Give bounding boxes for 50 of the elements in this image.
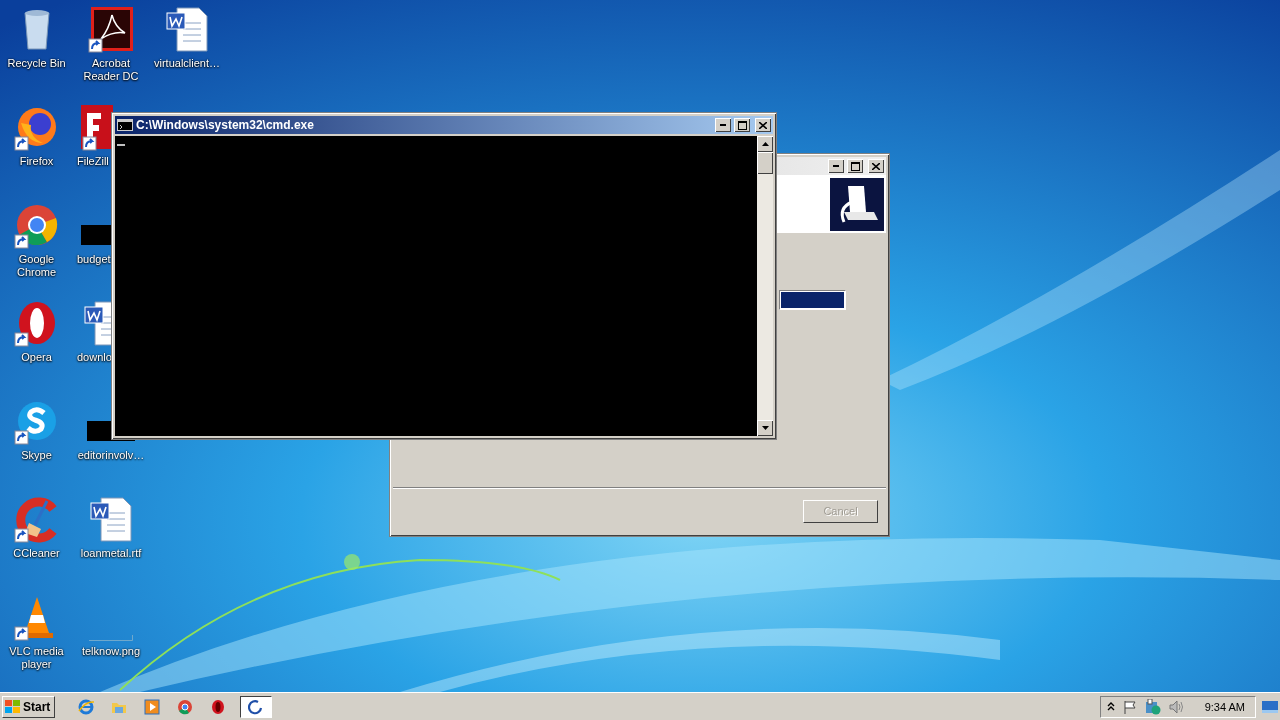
chrome-icon — [177, 698, 194, 715]
desktop-icon-label[interactable]: Skype — [21, 449, 52, 462]
flag-icon[interactable] — [1122, 699, 1137, 714]
desktop-icon-label[interactable]: budget — [77, 253, 111, 266]
maximize-icon — [737, 120, 747, 130]
network-icon[interactable] — [1144, 698, 1161, 715]
maximize-button[interactable] — [734, 118, 750, 132]
maximize-button[interactable] — [847, 159, 863, 173]
chevron-icon[interactable] — [1106, 702, 1115, 711]
windows-logo-icon — [5, 699, 21, 714]
clock[interactable]: 9:34 AM — [1204, 700, 1245, 713]
desktop-icon-label[interactable]: VLC media player — [0, 645, 73, 671]
play-icon — [144, 698, 161, 715]
desktop-icon-label[interactable]: virtualclient… — [154, 57, 220, 70]
minimize-button[interactable] — [715, 118, 731, 132]
maximize-icon — [850, 161, 860, 171]
scroll-thumb[interactable] — [757, 152, 773, 174]
up-arrow-icon — [761, 142, 769, 146]
minimize-button[interactable] — [828, 159, 844, 173]
minimize-icon — [833, 165, 839, 167]
scrollbar[interactable] — [757, 136, 773, 436]
desktop-icon-label[interactable]: editorinvolv… — [77, 449, 145, 462]
opera-icon — [210, 698, 227, 715]
minimize-icon — [720, 124, 726, 126]
console-icon — [117, 119, 133, 131]
desktop-icon-label[interactable]: Opera — [21, 351, 52, 364]
desktop-icon-label[interactable]: Google Chrome — [0, 253, 73, 279]
taskbar-button[interactable] — [240, 695, 273, 718]
speaker-icon[interactable] — [1168, 699, 1185, 714]
globe-icon — [78, 698, 95, 715]
close-button[interactable] — [868, 159, 884, 173]
show-desktop-icon[interactable] — [1262, 700, 1278, 713]
desktop-icon-label[interactable]: loanmetal.rtf — [80, 547, 142, 560]
ring-icon — [248, 698, 265, 715]
desktop-icon-label[interactable]: Firefox — [19, 155, 54, 168]
scroll-down-button[interactable] — [757, 420, 773, 436]
desktop-icon-label[interactable]: downlo — [77, 351, 112, 364]
down-arrow-icon — [761, 426, 769, 430]
close-button[interactable] — [755, 118, 771, 132]
desktop-icon-label[interactable]: FileZill — [77, 155, 109, 168]
window-title: C:\Windows\system32\cmd.exe — [136, 118, 315, 132]
close-icon — [759, 121, 767, 129]
close-icon — [872, 162, 880, 170]
text-cursor — [117, 144, 125, 146]
start-button[interactable]: Start — [2, 695, 56, 718]
desktop-icon-label[interactable]: telknow.png — [81, 645, 141, 658]
desktop-icon-label[interactable]: Recycle Bin — [7, 57, 66, 70]
desktop-icon-label[interactable]: CCleaner — [13, 547, 60, 560]
scroll-up-button[interactable] — [757, 136, 773, 152]
desktop-icon-label[interactable]: Acrobat Reader DC — [75, 57, 147, 83]
